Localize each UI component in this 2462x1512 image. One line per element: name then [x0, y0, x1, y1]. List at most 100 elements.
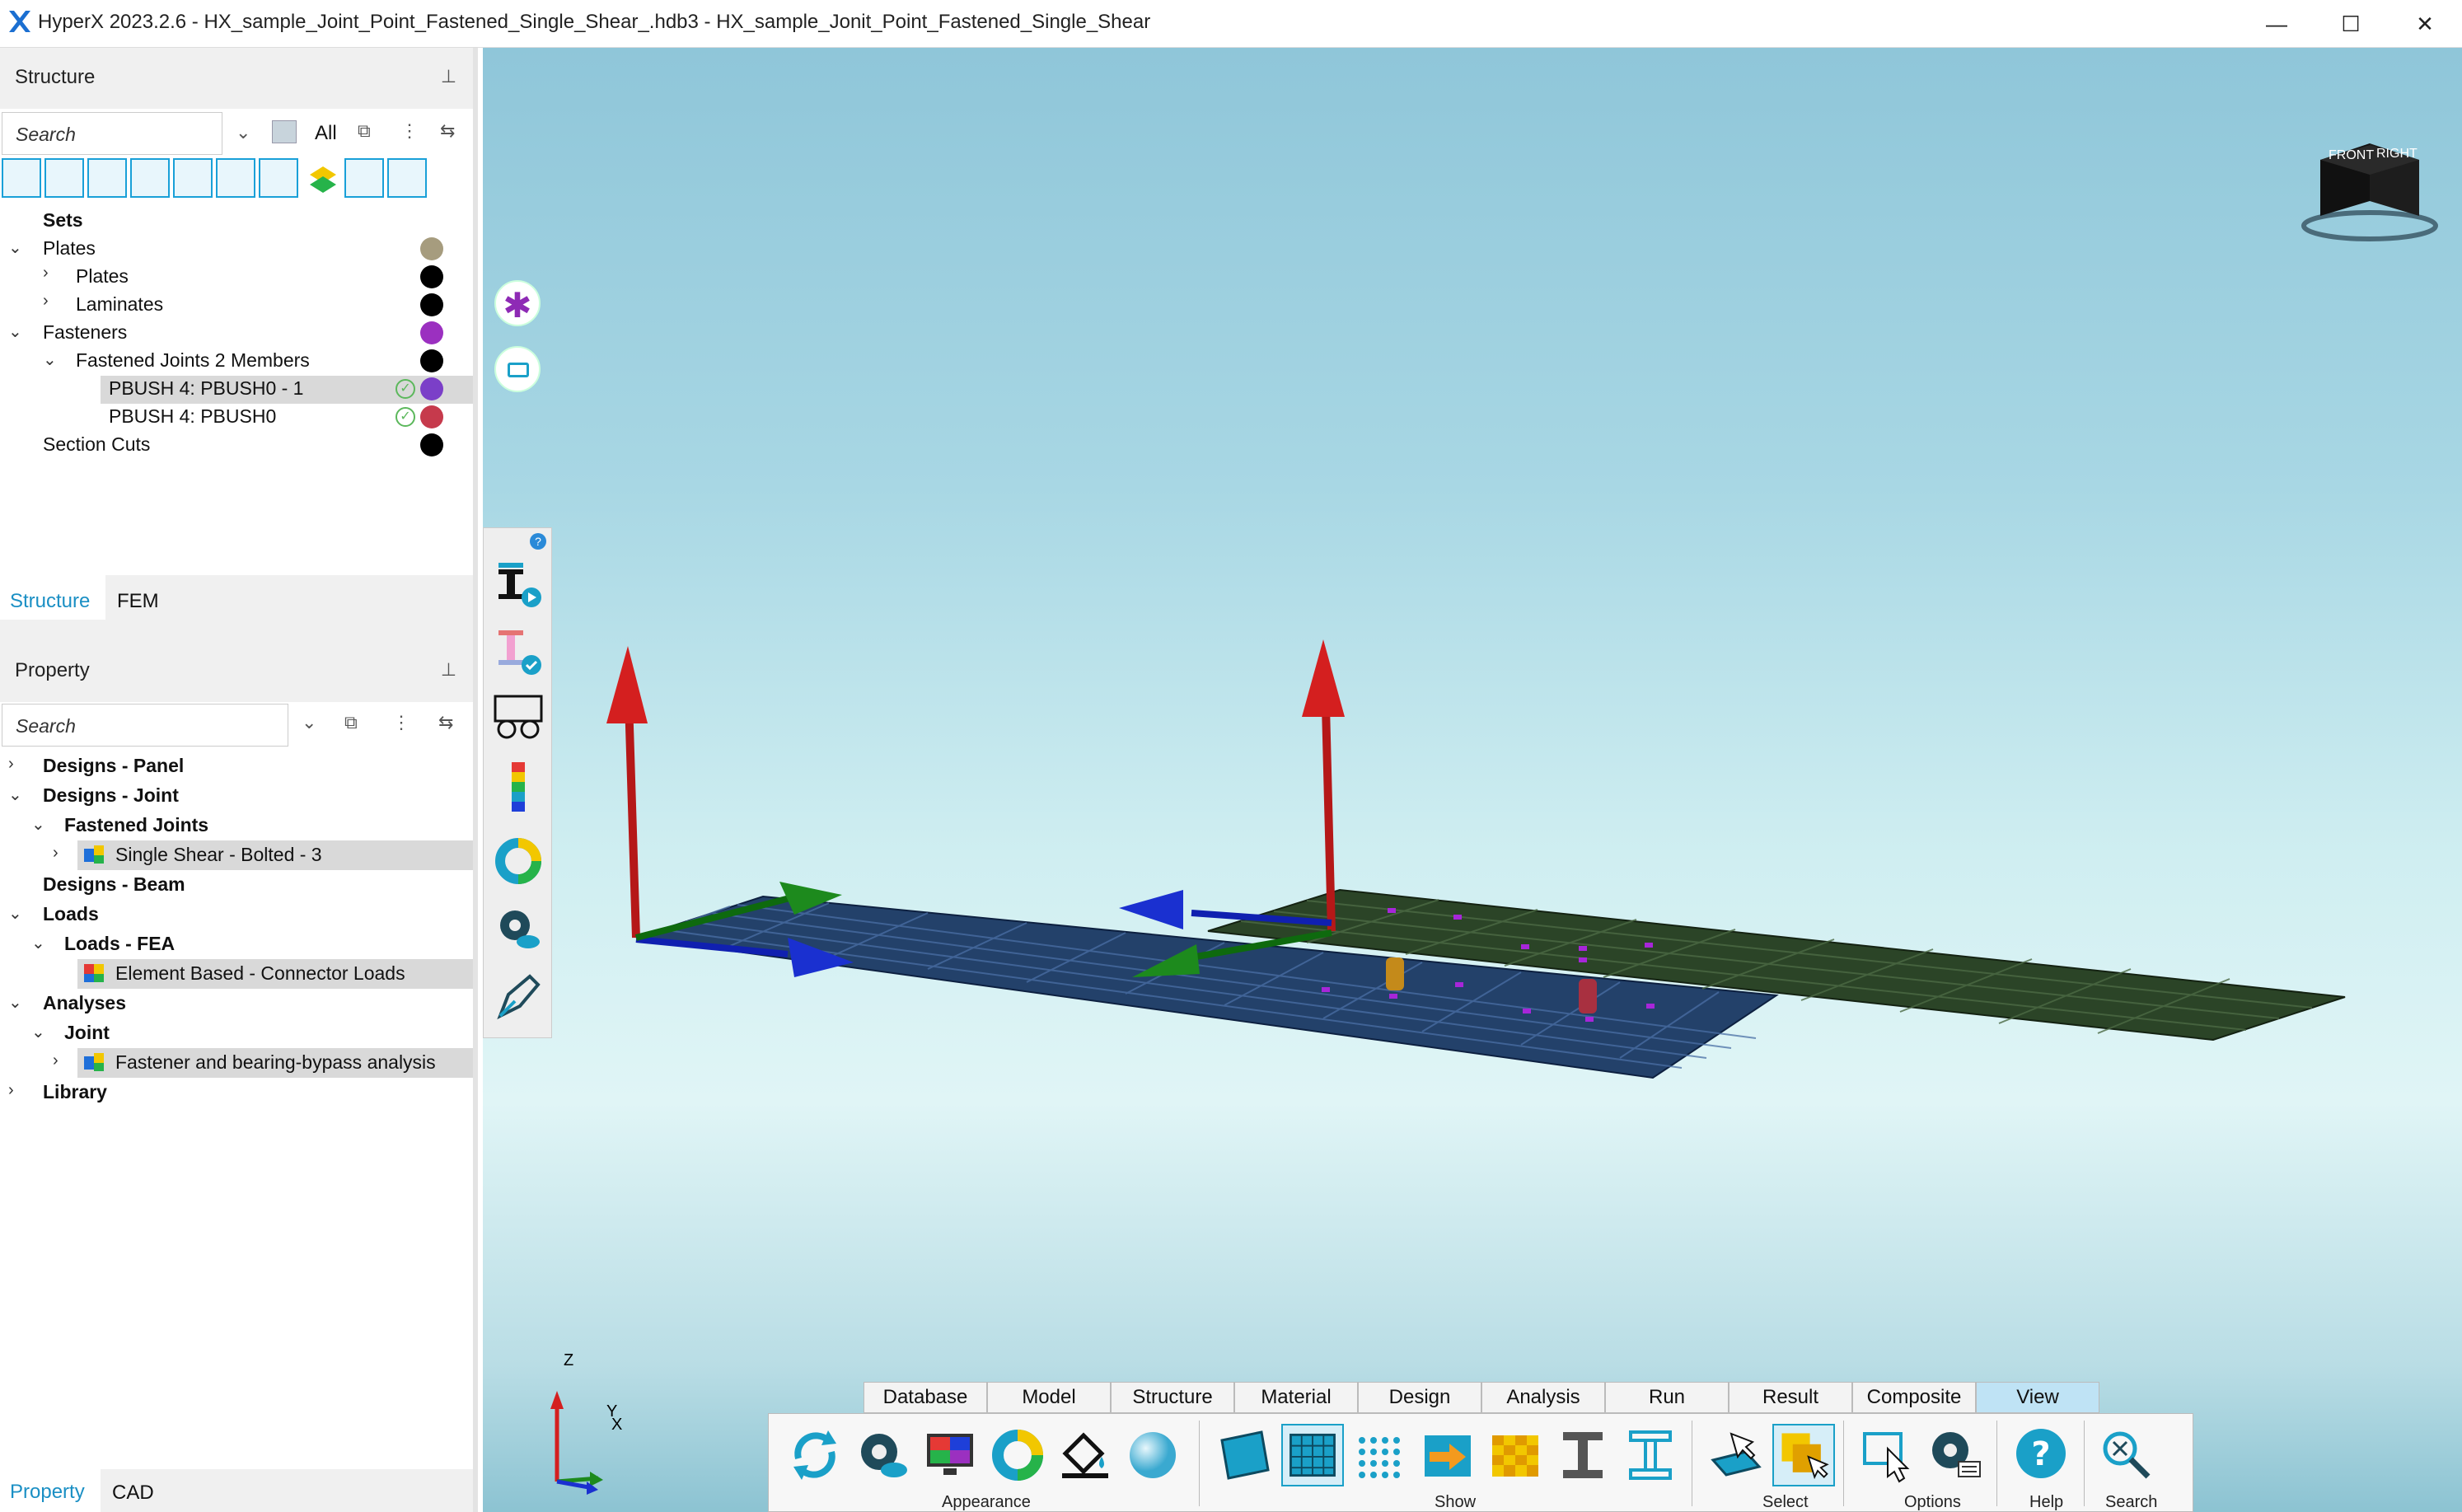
tree-item-designs-joint[interactable]: Designs - Joint: [43, 784, 179, 807]
tree-item-pbush0[interactable]: PBUSH 4: PBUSH0: [109, 405, 276, 428]
plate-icon[interactable]: [173, 158, 213, 198]
tree-icon[interactable]: ⋮: [400, 120, 419, 142]
checker-icon[interactable]: [1484, 1424, 1547, 1486]
minimize-button[interactable]: —: [2240, 0, 2314, 48]
rectangle-view-button[interactable]: [494, 346, 541, 392]
swap-icon[interactable]: ⇆: [438, 712, 453, 733]
tree-item-section-cuts[interactable]: Section Cuts: [43, 433, 150, 456]
tree-item-fastener-analysis[interactable]: Fastener and bearing-bypass analysis: [115, 1051, 436, 1074]
solid-icon[interactable]: [259, 158, 298, 198]
chevron-down-icon[interactable]: ⌄: [31, 1022, 45, 1042]
i-beam-icon[interactable]: [1552, 1424, 1614, 1486]
joint-icon[interactable]: [130, 158, 170, 198]
tree-item-fasteners[interactable]: Fasteners: [43, 321, 127, 344]
nodes-icon[interactable]: [2, 158, 41, 198]
help-icon[interactable]: ?: [530, 533, 546, 550]
chevron-right-icon[interactable]: ›: [53, 844, 59, 863]
tab-view[interactable]: View: [1976, 1382, 2099, 1413]
tab-cad[interactable]: CAD: [112, 1482, 154, 1505]
collapse-all-icon[interactable]: ⧉: [344, 712, 358, 733]
model-scene[interactable]: [483, 48, 2462, 1512]
display-icon[interactable]: [919, 1424, 981, 1486]
color-swatch[interactable]: [420, 321, 443, 344]
chevron-down-icon[interactable]: ⌄: [43, 349, 57, 370]
search-icon[interactable]: [2095, 1424, 2158, 1486]
chevron-down-icon[interactable]: ⌄: [31, 814, 45, 835]
collapse-all-icon[interactable]: ⧉: [358, 120, 371, 142]
select-surface-icon[interactable]: [1705, 1424, 1767, 1486]
tree-item-designs-beam[interactable]: Designs - Beam: [43, 873, 185, 896]
chevron-down-icon[interactable]: ⌄: [8, 903, 22, 924]
beam-icon[interactable]: [216, 158, 255, 198]
fastener-icon[interactable]: [344, 158, 384, 198]
pin-icon[interactable]: ⊥: [441, 66, 456, 87]
color-wheel-icon[interactable]: [986, 1424, 1049, 1486]
tab-result[interactable]: Result: [1729, 1382, 1852, 1413]
3d-viewport[interactable]: FRONT RIGHT ✱ Z Y X: [483, 48, 2462, 1512]
pin-icon[interactable]: ⊥: [441, 659, 456, 681]
chevron-right-icon[interactable]: ›: [43, 292, 49, 311]
view-cube[interactable]: [2296, 110, 2444, 259]
swap-icon[interactable]: ⇆: [440, 120, 455, 142]
cube-filter-icon[interactable]: [272, 120, 297, 143]
tree-item-joint[interactable]: Joint: [64, 1022, 110, 1044]
nodes-grid-icon[interactable]: [1349, 1424, 1411, 1486]
tree-item-library[interactable]: Library: [43, 1081, 107, 1103]
tree-item-laminates[interactable]: Laminates: [76, 293, 163, 316]
tree-item-plates[interactable]: Plates: [76, 265, 129, 288]
tree-item-designs-panel[interactable]: Designs - Panel: [43, 755, 184, 777]
refresh-icon[interactable]: [784, 1424, 846, 1486]
i-beam-outline-icon[interactable]: [1619, 1424, 1682, 1486]
chevron-down-icon[interactable]: ⌄: [31, 933, 45, 953]
donut-chart-icon[interactable]: [492, 835, 545, 887]
sphere-icon[interactable]: [1121, 1424, 1184, 1486]
tree-item-analyses[interactable]: Analyses: [43, 992, 126, 1014]
chevron-down-icon[interactable]: ⌄: [8, 321, 22, 342]
chevron-right-icon[interactable]: ›: [43, 264, 49, 283]
beam-check-icon[interactable]: [492, 625, 545, 678]
tree-item-loads[interactable]: Loads: [43, 903, 99, 925]
contour-legend-icon[interactable]: [505, 762, 531, 815]
chevron-down-icon[interactable]: ⌄: [236, 122, 250, 143]
select-object-icon[interactable]: [1772, 1424, 1835, 1486]
chevron-down-icon[interactable]: ⌄: [8, 237, 22, 258]
tree-item-element-based[interactable]: Element Based - Connector Loads: [115, 962, 405, 985]
tree-item-plates-group[interactable]: Plates: [43, 237, 96, 260]
chevron-right-icon[interactable]: ›: [53, 1051, 59, 1070]
panel-icon[interactable]: [87, 158, 127, 198]
tab-run[interactable]: Run: [1605, 1382, 1729, 1413]
property-search-input[interactable]: Search: [2, 704, 288, 747]
structure-search-input[interactable]: Search: [2, 112, 222, 155]
help-icon[interactable]: ?: [2010, 1424, 2072, 1486]
gear-settings-icon[interactable]: [1924, 1424, 1987, 1486]
surface-icon[interactable]: [1214, 1424, 1276, 1486]
tab-model[interactable]: Model: [987, 1382, 1111, 1413]
color-swatch[interactable]: [420, 433, 443, 456]
chevron-down-icon[interactable]: ⌄: [8, 992, 22, 1013]
paint-bucket-icon[interactable]: [1054, 1424, 1116, 1486]
tree-item-loads-fea[interactable]: Loads - FEA: [64, 933, 175, 955]
color-swatch[interactable]: [420, 377, 443, 400]
color-swatch[interactable]: [420, 265, 443, 288]
pointer-options-icon[interactable]: [1856, 1424, 1919, 1486]
gear-view-icon[interactable]: [851, 1424, 914, 1486]
tree-item-fastened-joints[interactable]: Fastened Joints 2 Members: [76, 349, 310, 372]
tree-item-sets[interactable]: Sets: [43, 209, 83, 232]
color-swatch[interactable]: [420, 293, 443, 316]
section-cut-icon[interactable]: [387, 158, 427, 198]
zone-icon[interactable]: [44, 158, 84, 198]
maximize-button[interactable]: ☐: [2314, 0, 2388, 48]
settings-view-icon[interactable]: [492, 902, 545, 955]
tab-material[interactable]: Material: [1234, 1382, 1358, 1413]
close-button[interactable]: ✕: [2388, 0, 2462, 48]
tab-structure[interactable]: Structure: [0, 575, 105, 620]
tree-icon[interactable]: ⋮: [392, 712, 410, 733]
color-swatch[interactable]: [420, 349, 443, 372]
tab-analysis[interactable]: Analysis: [1481, 1382, 1605, 1413]
chevron-down-icon[interactable]: ⌄: [302, 712, 316, 733]
chevron-right-icon[interactable]: ›: [8, 755, 14, 774]
color-swatch[interactable]: [420, 405, 443, 428]
orientation-arrow-icon[interactable]: [1416, 1424, 1479, 1486]
tab-database[interactable]: Database: [864, 1382, 987, 1413]
tab-design[interactable]: Design: [1358, 1382, 1481, 1413]
